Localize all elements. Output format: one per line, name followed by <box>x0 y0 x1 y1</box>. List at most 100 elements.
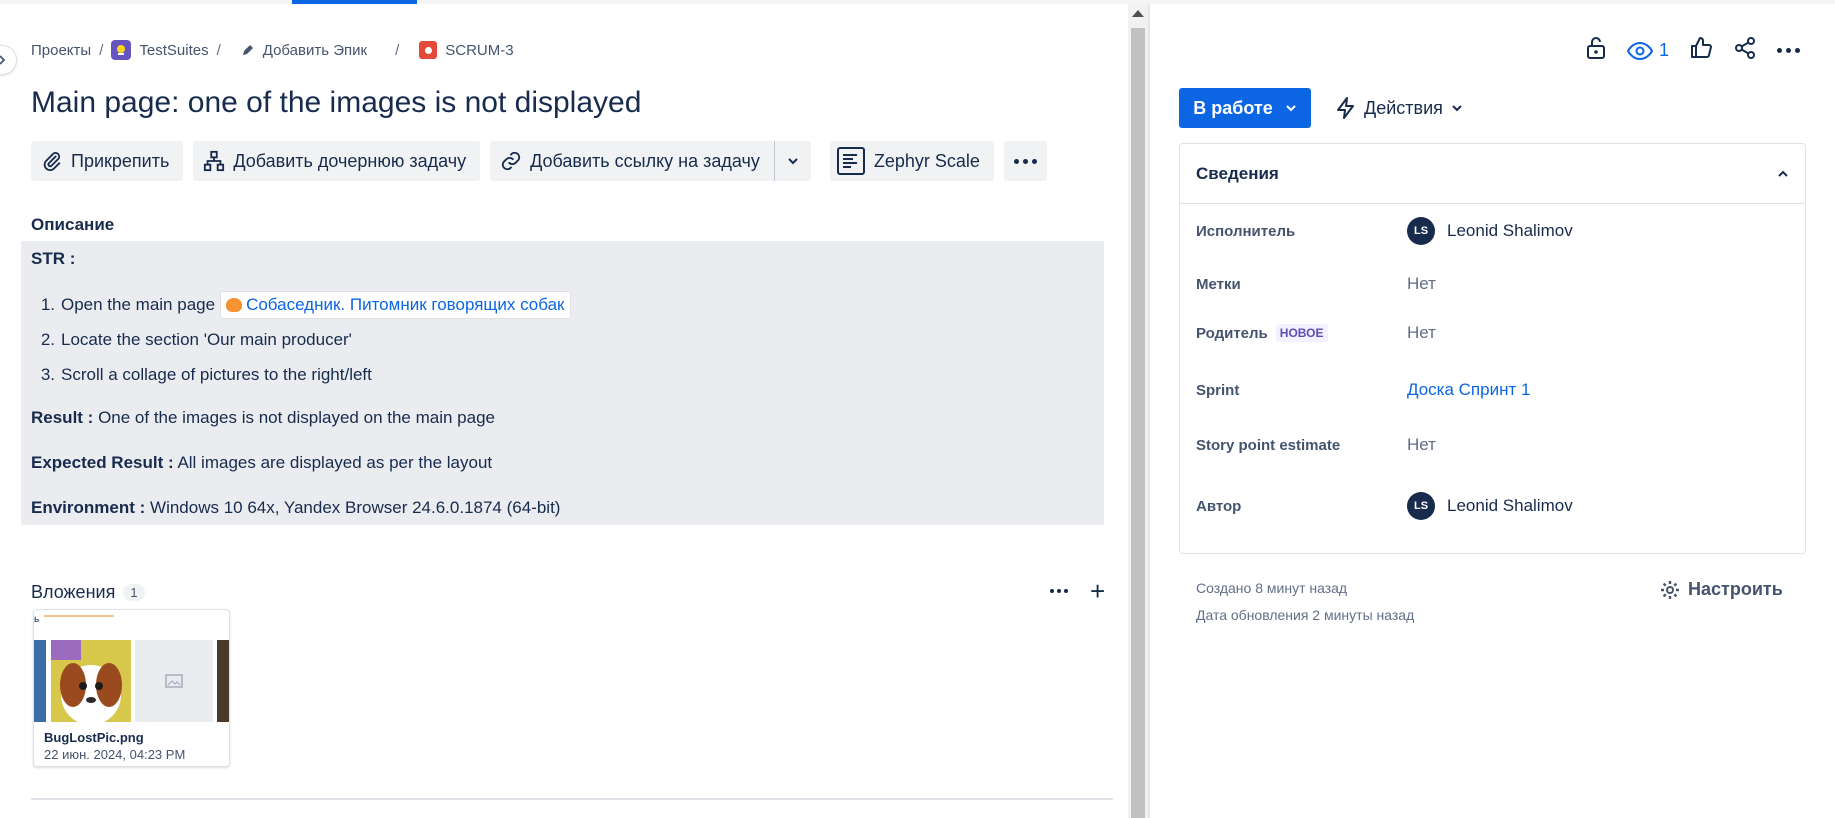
paw-icon <box>226 297 243 312</box>
bug-icon <box>419 41 438 59</box>
labels-value[interactable]: Нет <box>1407 274 1436 294</box>
environment-label: Environment : <box>31 498 146 517</box>
status-dropdown-button[interactable]: В работе <box>1179 88 1311 128</box>
gear-icon <box>1661 580 1679 599</box>
broken-image-icon <box>135 640 213 722</box>
more-icon[interactable] <box>1777 48 1801 53</box>
breadcrumb-project[interactable]: TestSuites <box>111 40 209 60</box>
actions-dropdown-button[interactable]: Действия <box>1336 88 1463 128</box>
step-text: Scroll a collage of pictures to the righ… <box>61 364 372 384</box>
attach-button[interactable]: Прикрепить <box>31 141 184 181</box>
breadcrumb-separator: / <box>395 41 400 59</box>
details-header[interactable]: Сведения <box>1180 144 1805 204</box>
updated-timestamp: Дата обновления 2 минуты назад <box>1196 607 1415 623</box>
add-child-issue-button[interactable]: Добавить дочернюю задачу <box>193 141 481 181</box>
more-dot <box>1022 158 1028 164</box>
panel-divider[interactable] <box>1148 4 1150 818</box>
thumb-image-dog <box>51 640 131 722</box>
chevron-down-icon <box>1286 105 1296 112</box>
project-icon <box>111 40 132 60</box>
list-item: 2. Locate the section 'Our main producer… <box>31 322 571 357</box>
watch-button[interactable]: 1 <box>1627 40 1669 61</box>
field-sprint: Sprint Доска Спринт 1 <box>1196 380 1791 400</box>
expand-sidebar-button[interactable] <box>0 46 16 74</box>
attachment-card[interactable]: ь BugLostPic.png 22 июн. 2024, 04:23 PM <box>33 609 230 767</box>
thumb-line <box>44 615 114 617</box>
issue-toolbar: Прикрепить Добавить дочернюю задачу Доба… <box>31 141 1047 181</box>
reporter-value[interactable]: LS Leonid Shalimov <box>1407 492 1573 520</box>
description-content[interactable]: STR : 1. Open the main page Собаседник. … <box>21 241 1104 525</box>
lock-icon[interactable] <box>1585 36 1607 65</box>
steps-list: 1. Open the main page Собаседник. Питомн… <box>31 287 571 392</box>
link-icon <box>501 151 521 171</box>
attachment-file-name: BugLostPic.png <box>44 730 144 745</box>
assignee-name: Leonid Shalimov <box>1447 221 1573 240</box>
expected-result-label: Expected Result : <box>31 453 174 472</box>
step-number: 2. <box>40 329 55 349</box>
issue-title[interactable]: Main page: one of the images is not disp… <box>31 86 641 120</box>
sprint-value[interactable]: Доска Спринт 1 <box>1407 380 1530 400</box>
assignee-value[interactable]: LS Leonid Shalimov <box>1407 217 1573 245</box>
environment-text: Windows 10 64x, Yandex Browser 24.6.0.18… <box>145 498 561 517</box>
thumbs-up-icon[interactable] <box>1689 36 1713 65</box>
breadcrumb-add-epic[interactable]: Добавить Эпик <box>241 42 367 59</box>
attachments-more-button[interactable] <box>1050 589 1068 593</box>
chevron-up-icon[interactable] <box>1777 168 1789 180</box>
thumb-image-right <box>217 640 229 722</box>
attachments-actions: + <box>1050 578 1105 604</box>
scroll-thumb[interactable] <box>1131 28 1145 818</box>
lightning-icon <box>1337 97 1354 119</box>
story-points-value[interactable]: Нет <box>1407 435 1436 455</box>
attachment-thumbnail: ь <box>34 610 229 725</box>
result-label: Result : <box>31 408 94 427</box>
section-divider <box>31 798 1113 800</box>
more-dot <box>1031 158 1037 164</box>
configure-label: Настроить <box>1688 579 1783 599</box>
thumb-image-blue <box>34 640 46 722</box>
scrollbar[interactable] <box>1128 4 1148 818</box>
thumb-mark: ь <box>34 614 40 625</box>
expected-result-line: Expected Result : All images are display… <box>31 453 492 473</box>
field-label: Автор <box>1196 497 1242 515</box>
smart-link[interactable]: Собаседник. Питомник говорящих собак <box>220 290 571 319</box>
status-label: В работе <box>1193 97 1273 118</box>
watchers-count: 1 <box>1659 40 1670 60</box>
chevron-down-icon <box>788 158 798 165</box>
breadcrumb-separator: / <box>99 41 104 59</box>
add-link-dropdown-button[interactable] <box>773 141 811 181</box>
attachments-label: Вложения <box>31 582 116 602</box>
avatar: LS <box>1407 217 1435 245</box>
add-link-button[interactable]: Добавить ссылку на задачу <box>490 141 774 181</box>
step-text: Locate the section 'Our main producer' <box>61 329 352 349</box>
step-number: 1. <box>40 294 55 314</box>
issue-main-panel: Проекты / TestSuites / Добавить Эпик / S… <box>0 4 1128 818</box>
add-link-split-button: Добавить ссылку на задачу <box>490 141 811 181</box>
eye-icon <box>1627 41 1653 60</box>
step-text: Open the main page <box>61 294 216 314</box>
smart-link-label: Собаседник. Питомник говорящих собак <box>246 294 565 314</box>
breadcrumb-issue[interactable]: SCRUM-3 <box>419 41 514 59</box>
description-heading: Описание <box>31 215 115 234</box>
reporter-name: Leonid Shalimov <box>1447 496 1573 515</box>
share-icon[interactable] <box>1733 36 1757 65</box>
actions-label: Действия <box>1364 97 1443 118</box>
configure-button[interactable]: Настроить <box>1660 579 1783 600</box>
more-actions-button[interactable] <box>1003 141 1047 181</box>
breadcrumb-project-label: TestSuites <box>139 41 209 59</box>
list-item: 3. Scroll a collage of pictures to the r… <box>31 357 571 392</box>
details-panel: Сведения Исполнитель LS Leonid Shalimov … <box>1179 143 1806 554</box>
parent-value[interactable]: Нет <box>1407 323 1436 343</box>
step-number: 3. <box>40 364 55 384</box>
attachment-date: 22 июн. 2024, 04:23 PM <box>44 747 186 762</box>
zephyr-scale-button[interactable]: Zephyr Scale <box>829 141 994 181</box>
paperclip-icon <box>43 152 61 172</box>
breadcrumb-projects[interactable]: Проекты <box>31 42 91 59</box>
scroll-up-arrow[interactable] <box>1132 10 1144 17</box>
list-item: 1. Open the main page Собаседник. Питомн… <box>31 287 571 322</box>
add-attachment-button[interactable]: + <box>1090 578 1105 604</box>
field-assignee: Исполнитель LS Leonid Shalimov <box>1196 217 1791 245</box>
field-label: Родитель НОВОЕ <box>1196 324 1407 342</box>
field-label: Исполнитель <box>1196 222 1296 240</box>
issue-header-actions: 1 <box>1585 36 1801 65</box>
add-child-issue-label: Добавить дочернюю задачу <box>233 150 467 171</box>
